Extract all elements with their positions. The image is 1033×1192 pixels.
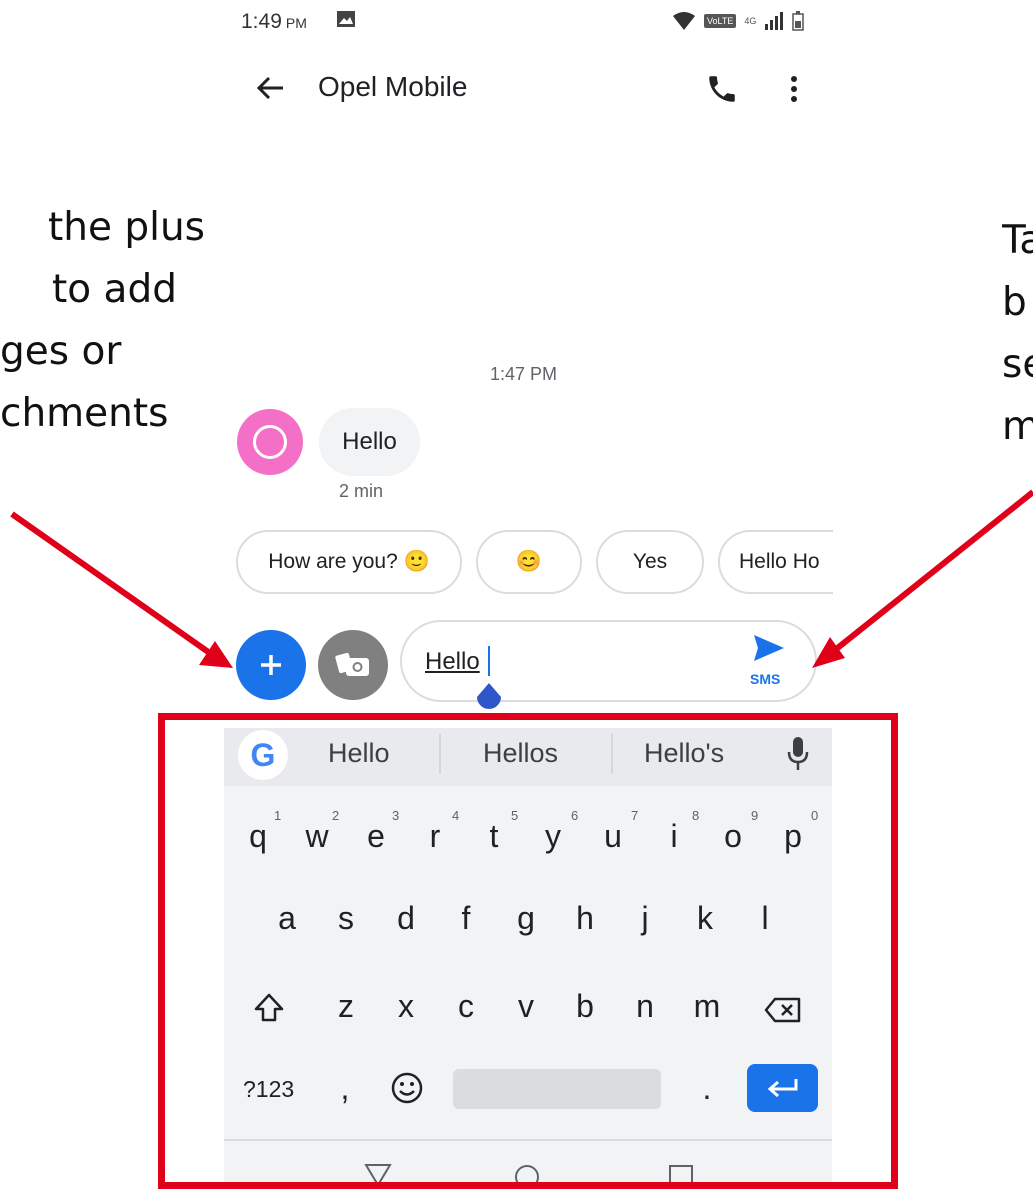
status-time: 1:49 PM (241, 10, 307, 34)
right-arrow-icon (812, 489, 1033, 668)
status-clock: 1:49 (241, 10, 282, 33)
message-input-text[interactable]: Hello (425, 648, 480, 676)
send-sms-label[interactable]: SMS (750, 671, 780, 687)
status-ampm: PM (285, 15, 307, 31)
conversation-title: Opel Mobile (318, 71, 468, 102)
camera-gallery-icon (335, 652, 369, 676)
back-arrow-icon[interactable] (253, 70, 289, 106)
annotation-right-line: se (1002, 342, 1033, 387)
smart-reply-chips: How are you? 🙂 😊 Yes Hello Ho (236, 530, 833, 600)
add-attachment-button[interactable] (236, 630, 306, 700)
network-type: 4G (744, 16, 757, 26)
plus-icon (261, 655, 281, 675)
annotation-left: the plus to add ges or chments (0, 197, 205, 445)
message-timestamp: 1:47 PM (490, 364, 558, 384)
annotation-right-line: Ta (1002, 218, 1033, 263)
send-icon[interactable] (752, 633, 786, 663)
avatar[interactable] (237, 409, 303, 475)
keyboard-highlight-box (158, 713, 898, 1189)
more-options-icon[interactable] (782, 72, 806, 106)
wifi-icon (673, 12, 695, 30)
status-indicators: VoLTE 4G (672, 10, 805, 32)
smart-reply-chip[interactable]: Hello Ho (718, 530, 833, 594)
gallery-camera-button[interactable] (318, 630, 388, 700)
image-notification-icon (337, 11, 355, 27)
annotation-left-line: the plus (47, 205, 205, 250)
avatar-initial-icon (253, 425, 287, 459)
annotation-left-line: chments (0, 391, 169, 436)
message-age: 2 min (339, 481, 384, 501)
text-cursor (488, 646, 490, 676)
phone-icon[interactable] (705, 72, 739, 106)
signal-icon (765, 12, 784, 30)
annotation-right-line: b (1002, 280, 1027, 325)
volte-badge: VoLTE (704, 14, 737, 28)
smart-reply-chip[interactable]: 😊 (476, 530, 582, 594)
annotation-right-line: m (1002, 404, 1033, 449)
smart-reply-chip[interactable]: How are you? 🙂 (236, 530, 462, 594)
annotation-left-line: to add (52, 267, 177, 312)
annotation-right: Ta b se m (1002, 210, 1033, 458)
battery-icon (792, 11, 805, 31)
smart-reply-chip[interactable]: Yes (596, 530, 704, 594)
cursor-handle-icon[interactable] (474, 682, 504, 712)
annotation-left-line: ges or (0, 329, 122, 374)
message-bubble[interactable]: Hello (319, 408, 420, 476)
left-arrow-icon (10, 511, 233, 668)
